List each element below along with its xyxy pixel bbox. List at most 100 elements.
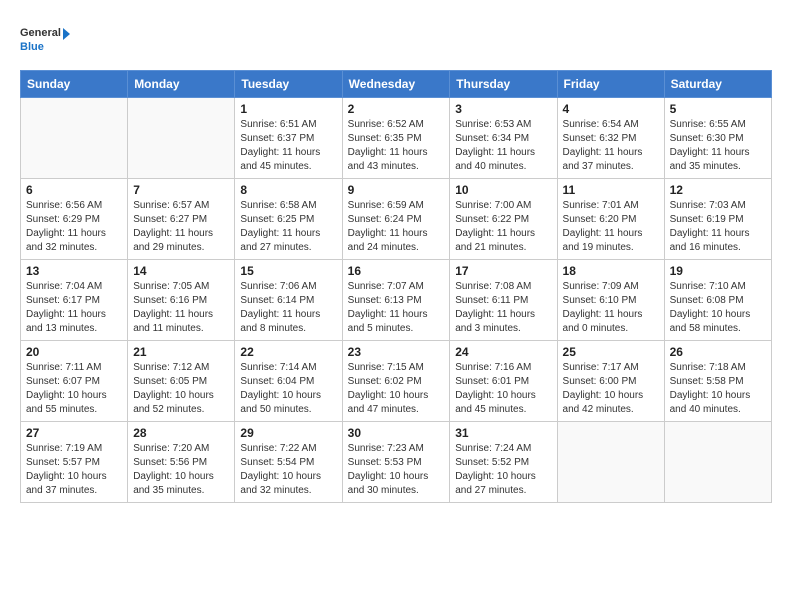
week-row-2: 6Sunrise: 6:56 AMSunset: 6:29 PMDaylight…	[21, 179, 772, 260]
day-info: Sunrise: 6:52 AMSunset: 6:35 PMDaylight:…	[348, 118, 445, 174]
day-info: Sunrise: 7:19 AMSunset: 5:57 PMDaylight:…	[26, 442, 122, 498]
day-info: Sunrise: 7:10 AMSunset: 6:08 PMDaylight:…	[670, 280, 766, 336]
calendar-cell: 24 Sunrise: 7:16 AMSunset: 6:01 PMDayligh…	[450, 341, 557, 422]
day-number: 15	[240, 264, 336, 278]
day-number: 19	[670, 264, 766, 278]
calendar-cell: 1Sunrise: 6:51 AMSunset: 6:37 PMDaylight…	[235, 98, 342, 179]
day-info: Sunrise: 6:58 AMSunset: 6:25 PMDaylight:…	[240, 199, 336, 255]
header-row: SundayMondayTuesdayWednesdayThursdayFrid…	[21, 71, 772, 98]
day-number: 12	[670, 183, 766, 197]
calendar-cell	[128, 98, 235, 179]
column-header-wednesday: Wednesday	[342, 71, 450, 98]
calendar-cell: 11 Sunrise: 7:01 AMSunset: 6:20 PMDayligh…	[557, 179, 664, 260]
day-number: 28	[133, 426, 229, 440]
calendar-cell: 31 Sunrise: 7:24 AMSunset: 5:52 PMDayligh…	[450, 422, 557, 503]
calendar-cell: 4 Sunrise: 6:54 AMSunset: 6:32 PMDaylight…	[557, 98, 664, 179]
day-number: 13	[26, 264, 122, 278]
svg-text:General: General	[20, 27, 61, 39]
calendar-cell: 9 Sunrise: 6:59 AMSunset: 6:24 PMDaylight…	[342, 179, 450, 260]
day-number: 14	[133, 264, 229, 278]
week-row-1: 1Sunrise: 6:51 AMSunset: 6:37 PMDaylight…	[21, 98, 772, 179]
day-number: 7	[133, 183, 229, 197]
day-number: 17	[455, 264, 551, 278]
calendar-cell: 8 Sunrise: 6:58 AMSunset: 6:25 PMDaylight…	[235, 179, 342, 260]
day-info: Sunrise: 7:01 AMSunset: 6:20 PMDaylight:…	[563, 199, 659, 255]
day-number: 31	[455, 426, 551, 440]
day-info: Sunrise: 7:06 AMSunset: 6:14 PMDaylight:…	[240, 280, 336, 336]
day-number: 11	[563, 183, 659, 197]
day-info: Sunrise: 7:09 AMSunset: 6:10 PMDaylight:…	[563, 280, 659, 336]
calendar-cell: 29 Sunrise: 7:22 AMSunset: 5:54 PMDayligh…	[235, 422, 342, 503]
day-number: 29	[240, 426, 336, 440]
day-info: Sunrise: 7:24 AMSunset: 5:52 PMDaylight:…	[455, 442, 551, 498]
day-info: Sunrise: 7:18 AMSunset: 5:58 PMDaylight:…	[670, 361, 766, 417]
day-number: 23	[348, 345, 445, 359]
calendar-cell: 28 Sunrise: 7:20 AMSunset: 5:56 PMDayligh…	[128, 422, 235, 503]
day-info: Sunrise: 6:59 AMSunset: 6:24 PMDaylight:…	[348, 199, 445, 255]
day-number: 2	[348, 102, 445, 116]
day-info: Sunrise: 7:22 AMSunset: 5:54 PMDaylight:…	[240, 442, 336, 498]
column-header-tuesday: Tuesday	[235, 71, 342, 98]
day-info: Sunrise: 6:54 AMSunset: 6:32 PMDaylight:…	[563, 118, 659, 174]
calendar-cell	[557, 422, 664, 503]
logo-svg: General Blue	[20, 20, 70, 60]
day-info: Sunrise: 6:57 AMSunset: 6:27 PMDaylight:…	[133, 199, 229, 255]
day-info: Sunrise: 7:04 AMSunset: 6:17 PMDaylight:…	[26, 280, 122, 336]
calendar-cell: 20 Sunrise: 7:11 AMSunset: 6:07 PMDayligh…	[21, 341, 128, 422]
day-number: 21	[133, 345, 229, 359]
logo: General Blue	[20, 20, 70, 60]
day-number: 27	[26, 426, 122, 440]
day-number: 26	[670, 345, 766, 359]
calendar-cell: 26 Sunrise: 7:18 AMSunset: 5:58 PMDayligh…	[664, 341, 771, 422]
day-number: 20	[26, 345, 122, 359]
column-header-sunday: Sunday	[21, 71, 128, 98]
day-info: Sunrise: 6:53 AMSunset: 6:34 PMDaylight:…	[455, 118, 551, 174]
week-row-3: 13 Sunrise: 7:04 AMSunset: 6:17 PMDayligh…	[21, 260, 772, 341]
column-header-friday: Friday	[557, 71, 664, 98]
calendar-cell: 3 Sunrise: 6:53 AMSunset: 6:34 PMDaylight…	[450, 98, 557, 179]
calendar-cell: 30 Sunrise: 7:23 AMSunset: 5:53 PMDayligh…	[342, 422, 450, 503]
day-info: Sunrise: 7:15 AMSunset: 6:02 PMDaylight:…	[348, 361, 445, 417]
column-header-thursday: Thursday	[450, 71, 557, 98]
day-info: Sunrise: 7:23 AMSunset: 5:53 PMDaylight:…	[348, 442, 445, 498]
calendar-cell: 6Sunrise: 6:56 AMSunset: 6:29 PMDaylight…	[21, 179, 128, 260]
day-info: Sunrise: 6:55 AMSunset: 6:30 PMDaylight:…	[670, 118, 766, 174]
calendar-cell: 23 Sunrise: 7:15 AMSunset: 6:02 PMDayligh…	[342, 341, 450, 422]
day-number: 9	[348, 183, 445, 197]
day-number: 18	[563, 264, 659, 278]
calendar-table: SundayMondayTuesdayWednesdayThursdayFrid…	[20, 70, 772, 503]
day-info: Sunrise: 7:00 AMSunset: 6:22 PMDaylight:…	[455, 199, 551, 255]
day-number: 30	[348, 426, 445, 440]
day-info: Sunrise: 7:08 AMSunset: 6:11 PMDaylight:…	[455, 280, 551, 336]
day-info: Sunrise: 7:16 AMSunset: 6:01 PMDaylight:…	[455, 361, 551, 417]
day-number: 16	[348, 264, 445, 278]
column-header-monday: Monday	[128, 71, 235, 98]
calendar-cell: 13 Sunrise: 7:04 AMSunset: 6:17 PMDayligh…	[21, 260, 128, 341]
day-number: 10	[455, 183, 551, 197]
day-info: Sunrise: 7:12 AMSunset: 6:05 PMDaylight:…	[133, 361, 229, 417]
week-row-5: 27 Sunrise: 7:19 AMSunset: 5:57 PMDayligh…	[21, 422, 772, 503]
calendar-cell: 21 Sunrise: 7:12 AMSunset: 6:05 PMDayligh…	[128, 341, 235, 422]
day-number: 1	[240, 102, 336, 116]
calendar-cell: 18 Sunrise: 7:09 AMSunset: 6:10 PMDayligh…	[557, 260, 664, 341]
day-number: 4	[563, 102, 659, 116]
calendar-cell	[664, 422, 771, 503]
calendar-cell: 19 Sunrise: 7:10 AMSunset: 6:08 PMDayligh…	[664, 260, 771, 341]
calendar-cell: 17 Sunrise: 7:08 AMSunset: 6:11 PMDayligh…	[450, 260, 557, 341]
day-info: Sunrise: 7:05 AMSunset: 6:16 PMDaylight:…	[133, 280, 229, 336]
day-info: Sunrise: 7:11 AMSunset: 6:07 PMDaylight:…	[26, 361, 122, 417]
week-row-4: 20 Sunrise: 7:11 AMSunset: 6:07 PMDayligh…	[21, 341, 772, 422]
day-info: Sunrise: 7:17 AMSunset: 6:00 PMDaylight:…	[563, 361, 659, 417]
day-number: 3	[455, 102, 551, 116]
svg-text:Blue: Blue	[20, 41, 44, 53]
day-number: 24	[455, 345, 551, 359]
day-number: 25	[563, 345, 659, 359]
day-number: 6	[26, 183, 122, 197]
calendar-cell: 7 Sunrise: 6:57 AMSunset: 6:27 PMDaylight…	[128, 179, 235, 260]
column-header-saturday: Saturday	[664, 71, 771, 98]
day-number: 5	[670, 102, 766, 116]
calendar-cell: 12Sunrise: 7:03 AMSunset: 6:19 PMDayligh…	[664, 179, 771, 260]
day-info: Sunrise: 7:20 AMSunset: 5:56 PMDaylight:…	[133, 442, 229, 498]
day-number: 8	[240, 183, 336, 197]
calendar-cell: 2 Sunrise: 6:52 AMSunset: 6:35 PMDaylight…	[342, 98, 450, 179]
